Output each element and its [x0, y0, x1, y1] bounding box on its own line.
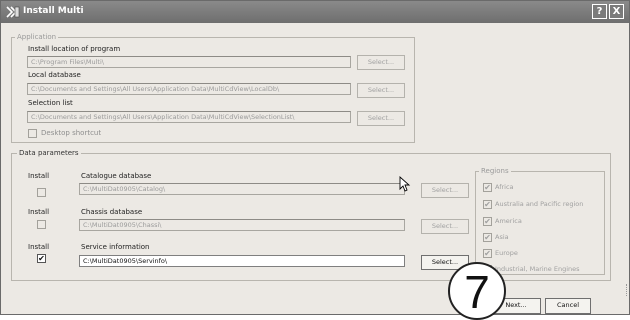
catalogue-database-label: Catalogue database	[81, 172, 152, 180]
help-button[interactable]: ?	[592, 4, 607, 19]
selection-list-select-button[interactable]: Select...	[357, 111, 405, 126]
chassis-select-button[interactable]: Select...	[421, 219, 469, 234]
checkmark-icon: ✔	[484, 233, 491, 242]
install-catalogue-checkbox[interactable]	[37, 188, 46, 197]
region-label: Asia	[495, 233, 509, 241]
checkmark-icon: ✔	[484, 249, 491, 258]
install-multi-dialog: Install Multi ? X Application Install lo…	[0, 0, 630, 320]
region-europe-checkbox[interactable]: ✔	[483, 249, 492, 258]
region-america-checkbox[interactable]: ✔	[483, 217, 492, 226]
mouse-cursor-icon	[399, 176, 411, 192]
install-app-icon	[6, 6, 20, 18]
region-australia-checkbox[interactable]: ✔	[483, 200, 492, 209]
checkmark-icon: ✔	[484, 200, 491, 209]
title-bar: Install Multi ? X	[1, 1, 629, 23]
region-asia-checkbox[interactable]: ✔	[483, 233, 492, 242]
checkmark-icon: ✔	[484, 183, 491, 192]
install-chassis-checkbox[interactable]	[37, 220, 46, 229]
desktop-shortcut-label: Desktop shortcut	[41, 129, 102, 137]
install-location-field[interactable]: C:\Program Files\Multi\	[27, 56, 351, 68]
region-label: Europe	[495, 249, 518, 257]
install-label: Install	[28, 208, 50, 216]
catalogue-database-field[interactable]: C:\MultiDat0905\Catalog\	[79, 183, 405, 195]
application-legend: Application	[15, 33, 59, 41]
region-label: Australia and Pacific region	[495, 200, 584, 208]
cancel-button[interactable]: Cancel	[545, 298, 591, 314]
help-icon: ?	[596, 6, 603, 17]
local-database-select-button[interactable]: Select...	[357, 83, 405, 98]
desktop-shortcut-checkbox[interactable]	[28, 129, 37, 138]
install-label: Install	[28, 243, 50, 251]
install-location-select-button[interactable]: Select...	[357, 55, 405, 70]
checkmark-icon: ✔	[484, 217, 491, 226]
catalogue-select-button[interactable]: Select...	[421, 183, 469, 198]
chassis-database-label: Chassis database	[81, 208, 143, 216]
local-database-field[interactable]: C:\Documents and Settings\All Users\Appl…	[27, 83, 351, 95]
close-button[interactable]: X	[609, 4, 624, 19]
selection-list-field[interactable]: C:\Documents and Settings\All Users\Appl…	[27, 111, 351, 123]
data-parameters-legend: Data parameters	[17, 149, 81, 157]
window-title: Install Multi	[23, 6, 84, 16]
install-label: Install	[28, 172, 50, 180]
selection-list-label: Selection list	[28, 99, 73, 107]
install-location-label: Install location of program	[28, 45, 121, 53]
service-information-label: Service information	[81, 243, 150, 251]
local-database-label: Local database	[28, 71, 81, 79]
install-service-checkbox[interactable]: ✔	[37, 254, 46, 263]
service-information-field[interactable]: C:\MultiDat0905\Servinfo\	[79, 255, 405, 267]
region-label: Industrial, Marine Engines	[495, 265, 580, 273]
checkmark-icon: ✔	[38, 254, 45, 263]
region-africa-checkbox[interactable]: ✔	[483, 183, 492, 192]
close-icon: X	[612, 6, 621, 17]
divider	[626, 284, 628, 296]
regions-legend: Regions	[479, 167, 511, 175]
region-label: America	[495, 217, 522, 225]
region-label: Africa	[495, 183, 514, 191]
step-callout-badge: 7	[448, 262, 506, 320]
chassis-database-field[interactable]: C:\MultiDat0905\Chassi\	[79, 219, 405, 231]
